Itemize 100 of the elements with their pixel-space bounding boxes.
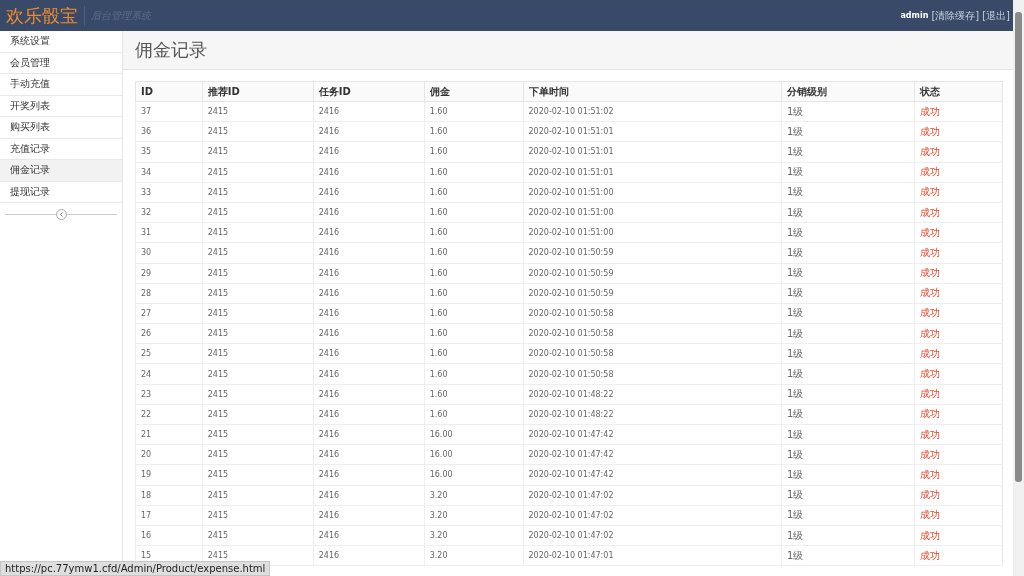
referrer-id-cell: 2415 bbox=[202, 323, 314, 344]
collapse-icon[interactable] bbox=[55, 209, 67, 220]
referrer-id-cell: 2415 bbox=[202, 101, 314, 122]
id-cell: 22 bbox=[135, 404, 203, 425]
id-cell: 26 bbox=[135, 323, 203, 344]
commission-cell: 3.20 bbox=[424, 505, 523, 526]
referrer-id-cell: 2415 bbox=[202, 263, 314, 284]
order-time-cell: 2020-02-10 01:51:02 bbox=[523, 101, 782, 122]
commission-cell: 1.60 bbox=[424, 121, 523, 142]
status-cell: 成功 bbox=[914, 141, 1003, 163]
header-link[interactable]: [清除缓存] bbox=[931, 8, 980, 23]
referrer-id-cell: 2415 bbox=[202, 384, 314, 405]
status-cell: 成功 bbox=[914, 101, 1003, 122]
referrer-id-cell: 2415 bbox=[202, 141, 314, 163]
level-cell: 1级 bbox=[781, 464, 915, 486]
commission-cell: 1.60 bbox=[424, 222, 523, 243]
level-cell: 1级 bbox=[781, 404, 915, 425]
level-cell: 1级 bbox=[781, 242, 915, 263]
header-link[interactable]: [退出] bbox=[982, 8, 1010, 23]
referrer-id-cell: 2415 bbox=[202, 182, 314, 203]
id-cell: 29 bbox=[135, 263, 203, 284]
order-time-cell: 2020-02-10 01:50:58 bbox=[523, 343, 782, 364]
scrollbar[interactable] bbox=[1013, 0, 1024, 576]
referrer-id-cell: 2415 bbox=[202, 121, 314, 142]
referrer-id-cell: 2415 bbox=[202, 242, 314, 263]
referrer-id-cell: 2415 bbox=[202, 424, 314, 445]
column-header: 推荐ID bbox=[202, 81, 314, 102]
task-id-cell: 2416 bbox=[313, 343, 425, 364]
order-time-cell: 2020-02-10 01:51:01 bbox=[523, 162, 782, 183]
commission-cell: 1.60 bbox=[424, 242, 523, 263]
status-url: https://pc.77ymw1.cfd/Admin/Product/expense.html bbox=[0, 561, 271, 576]
task-id-cell: 2416 bbox=[313, 404, 425, 425]
id-cell: 19 bbox=[135, 464, 203, 486]
commission-cell: 1.60 bbox=[424, 343, 523, 364]
sidebar-item[interactable]: 佣金记录 bbox=[0, 160, 122, 182]
commission-cell: 1.60 bbox=[424, 182, 523, 203]
column-header: ID bbox=[135, 81, 203, 102]
id-cell: 35 bbox=[135, 141, 203, 163]
referrer-id-cell: 2415 bbox=[202, 444, 314, 465]
column-header: 分销级别 bbox=[781, 81, 915, 102]
task-id-cell: 2416 bbox=[313, 363, 425, 385]
level-cell: 1级 bbox=[781, 141, 915, 163]
commission-cell: 1.60 bbox=[424, 202, 523, 223]
commission-cell: 1.60 bbox=[424, 141, 523, 163]
status-cell: 成功 bbox=[914, 545, 1003, 566]
site-logo: 欢乐骰宝 bbox=[6, 4, 78, 27]
order-time-cell: 2020-02-10 01:50:59 bbox=[523, 242, 782, 263]
referrer-id-cell: 2415 bbox=[202, 505, 314, 526]
level-cell: 1级 bbox=[781, 444, 915, 465]
task-id-cell: 2416 bbox=[313, 505, 425, 526]
status-cell: 成功 bbox=[914, 283, 1003, 304]
referrer-id-cell: 2415 bbox=[202, 525, 314, 546]
id-cell: 23 bbox=[135, 384, 203, 405]
level-cell: 1级 bbox=[781, 363, 915, 385]
order-time-cell: 2020-02-10 01:50:58 bbox=[523, 303, 782, 324]
commission-cell: 1.60 bbox=[424, 384, 523, 405]
level-cell: 1级 bbox=[781, 424, 915, 445]
id-cell: 37 bbox=[135, 101, 203, 122]
id-cell: 28 bbox=[135, 283, 203, 304]
commission-cell: 1.60 bbox=[424, 162, 523, 183]
level-cell: 1级 bbox=[781, 303, 915, 324]
referrer-id-cell: 2415 bbox=[202, 363, 314, 385]
task-id-cell: 2416 bbox=[313, 242, 425, 263]
order-time-cell: 2020-02-10 01:47:42 bbox=[523, 444, 782, 465]
order-time-cell: 2020-02-10 01:51:01 bbox=[523, 121, 782, 142]
commission-cell: 16.00 bbox=[424, 444, 523, 465]
task-id-cell: 2416 bbox=[313, 545, 425, 566]
commission-cell: 16.00 bbox=[424, 424, 523, 445]
referrer-id-cell: 2415 bbox=[202, 283, 314, 304]
level-cell: 1级 bbox=[781, 222, 915, 243]
status-cell: 成功 bbox=[914, 525, 1003, 546]
task-id-cell: 2416 bbox=[313, 182, 425, 203]
commission-cell: 3.20 bbox=[424, 525, 523, 546]
column-header: 下单时间 bbox=[523, 81, 782, 102]
task-id-cell: 2416 bbox=[313, 303, 425, 324]
status-cell: 成功 bbox=[914, 444, 1003, 465]
status-cell: 成功 bbox=[914, 182, 1003, 203]
task-id-cell: 2416 bbox=[313, 283, 425, 304]
referrer-id-cell: 2415 bbox=[202, 464, 314, 486]
commission-cell: 1.60 bbox=[424, 283, 523, 304]
task-id-cell: 2416 bbox=[313, 162, 425, 183]
level-cell: 1级 bbox=[781, 162, 915, 183]
order-time-cell: 2020-02-10 01:47:02 bbox=[523, 485, 782, 506]
task-id-cell: 2416 bbox=[313, 222, 425, 243]
level-cell: 1级 bbox=[781, 343, 915, 364]
order-time-cell: 2020-02-10 01:51:00 bbox=[523, 182, 782, 203]
id-cell: 30 bbox=[135, 242, 203, 263]
referrer-id-cell: 2415 bbox=[202, 162, 314, 183]
commission-cell: 1.60 bbox=[424, 363, 523, 385]
column-header: 任务ID bbox=[313, 81, 425, 102]
username: admin bbox=[900, 11, 929, 20]
referrer-id-cell: 2415 bbox=[202, 404, 314, 425]
order-time-cell: 2020-02-10 01:51:00 bbox=[523, 202, 782, 223]
referrer-id-cell: 2415 bbox=[202, 222, 314, 243]
id-cell: 16 bbox=[135, 525, 203, 546]
order-time-cell: 2020-02-10 01:51:00 bbox=[523, 222, 782, 243]
order-time-cell: 2020-02-10 01:47:01 bbox=[523, 545, 782, 566]
order-time-cell: 2020-02-10 01:47:02 bbox=[523, 505, 782, 526]
page-title: 佣金记录 bbox=[135, 38, 207, 62]
level-cell: 1级 bbox=[781, 323, 915, 344]
